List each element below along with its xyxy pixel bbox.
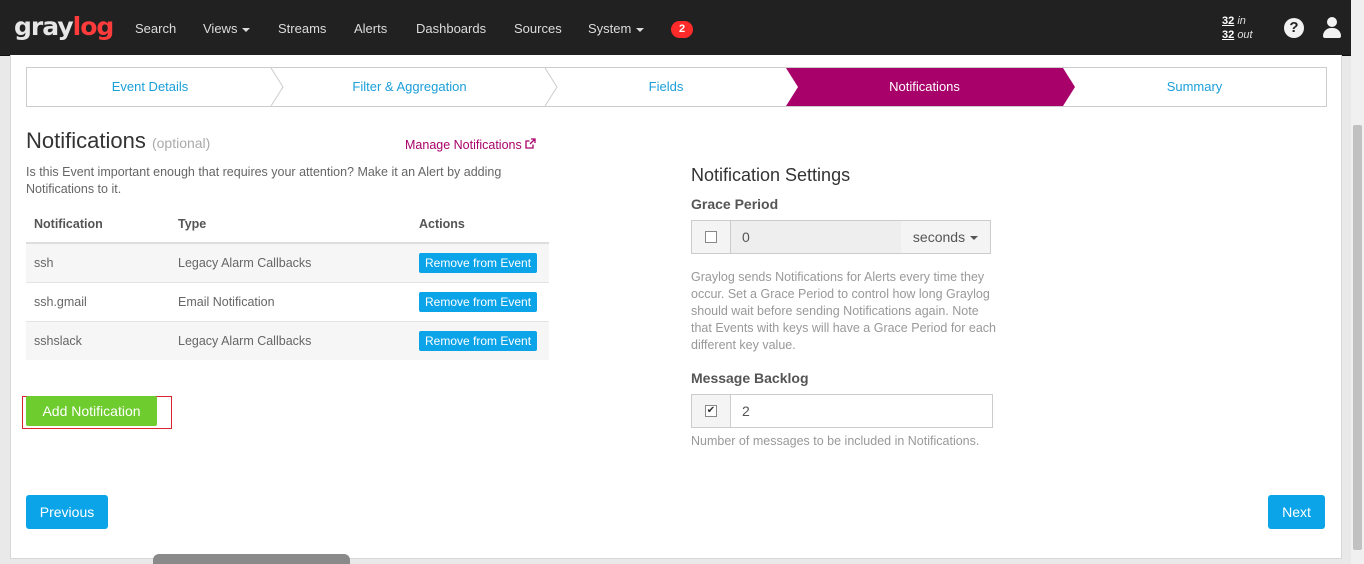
floating-toast (153, 554, 350, 564)
grace-period-addon (692, 221, 731, 253)
chevron-down-icon (970, 236, 979, 241)
table-row: ssh Legacy Alarm Callbacks Remove from E… (26, 242, 549, 283)
notifications-table: Notification Type Actions ssh Legacy Ala… (26, 206, 549, 360)
table-row: ssh.gmail Email Notification Remove from… (26, 282, 549, 322)
previous-button[interactable]: Previous (26, 495, 108, 529)
nav-search[interactable]: Search (135, 0, 176, 55)
next-button[interactable]: Next (1268, 495, 1325, 529)
message-backlog-help: Number of messages to be included in Not… (691, 434, 980, 448)
grace-period-input-group: 0 (691, 220, 903, 254)
column-header-actions: Actions (411, 206, 549, 244)
notifications-heading: Notifications (optional) (26, 128, 211, 153)
nav-alerts[interactable]: Alerts (354, 0, 387, 55)
notification-badge[interactable]: 2 (671, 21, 693, 38)
notification-type: Email Notification (170, 282, 411, 322)
notification-name: ssh (26, 242, 170, 283)
wizard-step-summary[interactable]: Summary (1063, 68, 1326, 106)
grace-period-label: Grace Period (691, 196, 779, 212)
remove-from-event-button[interactable]: Remove from Event (419, 292, 538, 312)
wizard-step-fields[interactable]: Fields (546, 68, 786, 106)
notification-type: Legacy Alarm Callbacks (170, 321, 411, 360)
throughput-in-value: 32 (1222, 15, 1235, 27)
throughput-out-label: out (1237, 29, 1253, 41)
wizard-step-filter-aggregation[interactable]: Filter & Aggregation (273, 68, 546, 106)
remove-from-event-button[interactable]: Remove from Event (419, 331, 538, 351)
column-header-notification: Notification (26, 206, 170, 244)
remove-from-event-button[interactable]: Remove from Event (419, 253, 538, 273)
nav-sources[interactable]: Sources (514, 0, 562, 55)
chevron-down-icon (242, 27, 251, 32)
throughput-in-label: in (1237, 15, 1246, 27)
grace-period-checkbox[interactable] (705, 231, 717, 243)
notifications-description: Is this Event important enough that requ… (26, 165, 502, 196)
settings-heading: Notification Settings (691, 165, 851, 185)
notification-type: Legacy Alarm Callbacks (170, 242, 411, 283)
nav-streams[interactable]: Streams (278, 0, 326, 55)
top-navbar: graylog Search Views Streams Alerts Dash… (0, 0, 1351, 56)
nav-dashboards[interactable]: Dashboards (416, 0, 486, 55)
grace-period-help: Graylog sends Notifications for Alerts e… (691, 270, 997, 352)
message-backlog-label: Message Backlog (691, 370, 809, 386)
grace-period-unit-dropdown[interactable]: seconds (901, 220, 991, 254)
scrollbar-thumb[interactable] (1353, 125, 1362, 550)
external-link-icon (525, 138, 536, 149)
message-backlog-input-group: ✔ 2 (691, 394, 993, 428)
wizard-step-notifications[interactable]: Notifications (798, 68, 1051, 106)
wizard-steps: Event Details Filter & Aggregation Field… (26, 67, 1327, 107)
chevron-down-icon (636, 27, 645, 32)
message-backlog-checkbox[interactable]: ✔ (705, 405, 717, 417)
notification-name: sshslack (26, 321, 170, 360)
throughput-indicator[interactable]: 32 in 32 out (1222, 14, 1253, 42)
wizard-step-event-details[interactable]: Event Details (27, 68, 273, 106)
column-header-type: Type (170, 206, 411, 244)
optional-label: (optional) (151, 135, 211, 151)
throughput-out-value: 32 (1222, 29, 1235, 41)
message-backlog-input[interactable]: 2 (742, 395, 750, 427)
message-backlog-addon: ✔ (692, 395, 731, 427)
add-notification-button[interactable]: Add Notification (26, 396, 157, 426)
notification-name: ssh.gmail (26, 282, 170, 322)
page-scrollbar[interactable] (1351, 0, 1364, 564)
help-icon[interactable]: ? (1284, 18, 1304, 38)
nav-system[interactable]: System (588, 0, 645, 55)
nav-views[interactable]: Views (203, 0, 251, 55)
graylog-logo[interactable]: graylog (14, 12, 114, 41)
table-row: sshslack Legacy Alarm Callbacks Remove f… (26, 321, 549, 360)
grace-period-input[interactable]: 0 (742, 221, 750, 253)
table-header-row: Notification Type Actions (26, 206, 549, 244)
user-icon[interactable] (1322, 17, 1342, 39)
grace-period-field-bg (731, 221, 902, 253)
manage-notifications-link[interactable]: Manage Notifications (405, 138, 536, 152)
